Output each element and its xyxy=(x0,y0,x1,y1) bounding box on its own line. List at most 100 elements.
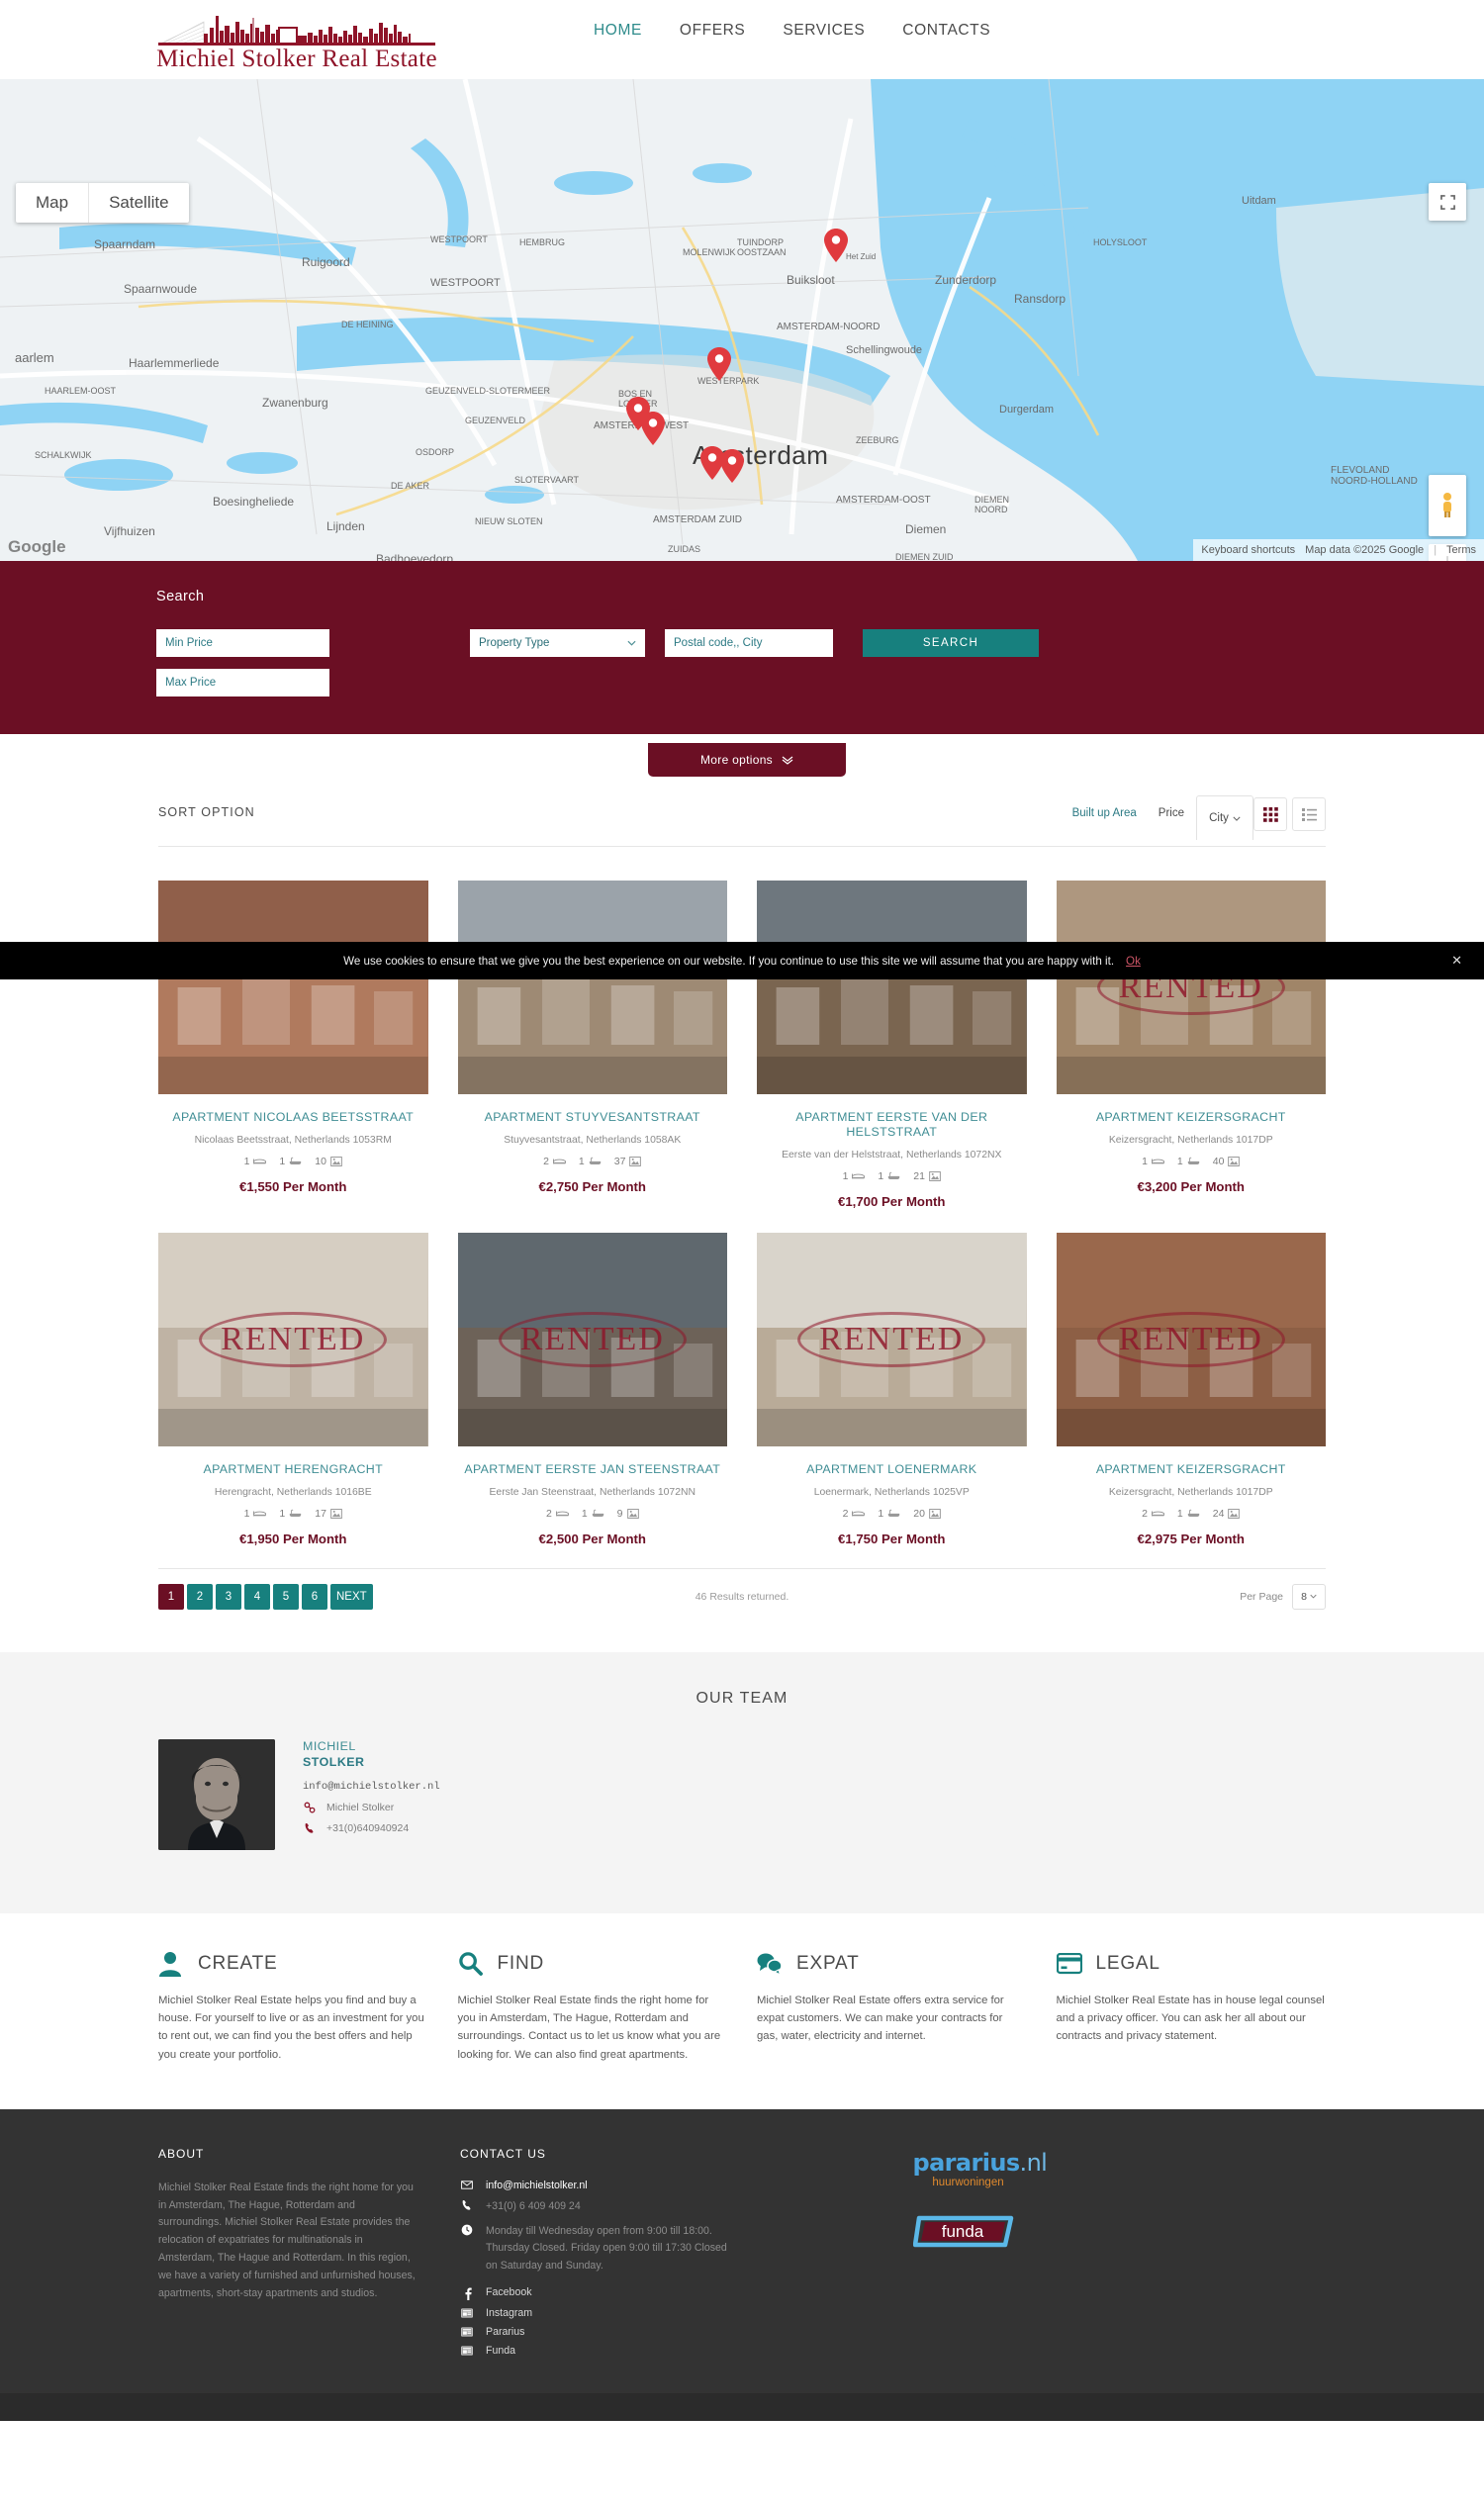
property-photo[interactable]: RENTED xyxy=(158,1232,428,1446)
sort-tab-city[interactable]: City xyxy=(1196,795,1253,840)
property-title[interactable]: APARTMENT EERSTE VAN DER HELSTSTRAAT xyxy=(757,1110,1027,1140)
cookie-ok-button[interactable]: Ok xyxy=(1126,955,1141,968)
partner-pararius-wordmark: pararius.nl xyxy=(913,2151,1327,2175)
postal-city-input[interactable] xyxy=(665,629,833,657)
property-title[interactable]: APARTMENT HERENGRACHT xyxy=(158,1462,428,1477)
property-specs: 2 1 20 xyxy=(757,1508,1027,1520)
sort-tab-city-label: City xyxy=(1209,812,1229,824)
map-type-satellite[interactable]: Satellite xyxy=(89,183,188,223)
team-member-email[interactable]: info@michielstolker.nl xyxy=(303,1781,440,1793)
map-section[interactable]: Google Map Satellite + − Keyboard shortc… xyxy=(0,79,1484,561)
list-view-button[interactable] xyxy=(1292,797,1326,831)
footer-phone[interactable]: +31(0) 6 409 409 24 xyxy=(486,2198,581,2216)
property-photo[interactable]: RENTED xyxy=(1056,1232,1326,1446)
list-view-icon xyxy=(1301,807,1317,821)
property-card[interactable]: RENTED APARTMENT LOENERMARK Loenermark, Ne… xyxy=(757,1209,1027,1546)
property-card[interactable]: RENTED APARTMENT EERSTE JAN STEENSTRAAT Ee… xyxy=(457,1209,728,1546)
pagination-page-1[interactable]: 1 xyxy=(158,1583,184,1610)
property-baths: 1 xyxy=(582,1508,604,1520)
nav-item-contacts[interactable]: CONTACTS xyxy=(902,22,990,40)
property-photo[interactable] xyxy=(158,881,428,1094)
footer-social-instagram[interactable]: Instagram xyxy=(460,2307,874,2319)
team-member-phone[interactable]: +31(0)640940924 xyxy=(326,1822,409,1834)
amsterdam-skyline-icon xyxy=(158,16,435,46)
property-card[interactable]: RENTED APARTMENT KEIZERSGRACHT Keizersgrac… xyxy=(1056,1209,1327,1546)
property-title[interactable]: APARTMENT KEIZERSGRACHT xyxy=(1057,1462,1327,1477)
partner-pararius-name: pararius xyxy=(912,2148,1021,2177)
footer-contact-title: CONTACT US xyxy=(460,2146,546,2161)
area-icon xyxy=(929,1508,941,1519)
bed-icon xyxy=(253,1511,267,1517)
property-title[interactable]: APARTMENT KEIZERSGRACHT xyxy=(1057,1110,1327,1125)
map-keyboard-shortcuts[interactable]: Keyboard shortcuts xyxy=(1201,544,1295,556)
property-card[interactable]: APARTMENT EERSTE VAN DER HELSTSTRAAT Eers… xyxy=(757,857,1027,1209)
partner-funda-logo[interactable]: funda xyxy=(912,2214,1017,2249)
nav-item-offers[interactable]: OFFERS xyxy=(680,22,745,40)
map-property-pin[interactable] xyxy=(824,229,848,262)
footer-social-instagram-label[interactable]: Instagram xyxy=(486,2307,532,2319)
search-button[interactable]: SEARCH xyxy=(863,629,1039,657)
map-fullscreen-button[interactable] xyxy=(1429,183,1466,221)
property-card[interactable]: RENTED APARTMENT KEIZERSGRACHT Keizersgrac… xyxy=(1056,857,1327,1209)
grid-view-button[interactable] xyxy=(1253,797,1287,831)
property-photo-art xyxy=(757,1232,1027,1446)
pagination-page-5[interactable]: 5 xyxy=(273,1583,299,1610)
property-title[interactable]: APARTMENT LOENERMARK xyxy=(757,1462,1027,1477)
property-card[interactable]: APARTMENT STUYVESANTSTRAAT Stuyvesantstra… xyxy=(457,857,728,1209)
bath-icon xyxy=(888,1172,900,1180)
cookie-consent-banner: We use cookies to ensure that we give yo… xyxy=(0,942,1484,979)
map-property-pin[interactable] xyxy=(707,347,731,381)
property-beds: 1 xyxy=(244,1508,267,1520)
property-title[interactable]: APARTMENT NICOLAAS BEETSSTRAAT xyxy=(158,1110,428,1125)
footer-email[interactable]: info@michielstolker.nl xyxy=(486,2180,588,2191)
close-icon[interactable]: ✕ xyxy=(1451,953,1462,969)
pagination-page-2[interactable]: 2 xyxy=(187,1583,213,1610)
footer-social-funda-label[interactable]: Funda xyxy=(486,2345,515,2357)
map-terms-link[interactable]: Terms xyxy=(1446,544,1476,556)
property-card[interactable]: APARTMENT NICOLAAS BEETSSTRAAT Nicolaas B… xyxy=(158,857,428,1209)
property-photo[interactable] xyxy=(457,881,727,1094)
map-property-pin[interactable] xyxy=(720,449,744,483)
site-logo[interactable]: Michiel Stolker Real Estate xyxy=(153,10,440,71)
property-photo[interactable]: RENTED xyxy=(1056,881,1326,1094)
partner-pararius-logo[interactable]: pararius.nl huurwoningen xyxy=(913,2151,1327,2188)
footer-social-funda[interactable]: Funda xyxy=(460,2345,874,2357)
max-price-input[interactable] xyxy=(156,669,329,696)
sort-link-built-up-area[interactable]: Built up Area xyxy=(1072,807,1137,819)
street-view-pegman[interactable] xyxy=(1429,475,1466,536)
pagination-page-4[interactable]: 4 xyxy=(244,1583,270,1610)
footer-social-facebook[interactable]: Facebook xyxy=(460,2286,874,2300)
property-area: 17 xyxy=(315,1508,342,1520)
property-photo[interactable] xyxy=(757,881,1027,1094)
property-type-select[interactable]: Property Type xyxy=(470,629,645,657)
footer-social-pararius-label[interactable]: Pararius xyxy=(486,2326,524,2338)
pagination-pages: 1 2 3 4 5 6 NEXT xyxy=(158,1583,373,1610)
map-type-control[interactable]: Map Satellite xyxy=(16,183,189,223)
per-page-select[interactable]: 8 xyxy=(1292,1583,1326,1610)
bed-icon xyxy=(852,1511,866,1517)
footer-social-facebook-label[interactable]: Facebook xyxy=(486,2286,532,2298)
pagination-page-6[interactable]: 6 xyxy=(302,1583,327,1610)
property-address: Loenermark, Netherlands 1025VP xyxy=(813,1486,970,1498)
nav-item-services[interactable]: SERVICES xyxy=(783,22,865,40)
pagination-next-button[interactable]: NEXT xyxy=(330,1583,373,1610)
map-type-map[interactable]: Map xyxy=(16,183,90,223)
service-find-title: FIND xyxy=(497,1952,545,1974)
more-options-button[interactable]: More options xyxy=(648,743,846,777)
nav-item-home[interactable]: HOME xyxy=(594,22,642,40)
property-price: €1,750 Per Month xyxy=(838,1531,946,1546)
sort-link-price[interactable]: Price xyxy=(1159,807,1184,819)
pagination-page-3[interactable]: 3 xyxy=(216,1583,241,1610)
property-photo[interactable]: RENTED xyxy=(757,1232,1027,1446)
min-price-input[interactable] xyxy=(156,629,329,657)
property-title[interactable]: APARTMENT EERSTE JAN STEENSTRAAT xyxy=(458,1462,728,1477)
map-canvas[interactable] xyxy=(0,79,1484,561)
property-card[interactable]: RENTED APARTMENT HERENGRACHT Herengracht, … xyxy=(158,1209,428,1546)
property-title[interactable]: APARTMENT STUYVESANTSTRAAT xyxy=(458,1110,728,1125)
footer-social-pararius[interactable]: Pararius xyxy=(460,2326,874,2338)
property-photo[interactable]: RENTED xyxy=(457,1232,727,1446)
map-property-pin[interactable] xyxy=(641,412,665,445)
footer-email-row[interactable]: info@michielstolker.nl xyxy=(460,2180,874,2191)
property-price: €1,950 Per Month xyxy=(239,1531,347,1546)
footer-phone-row[interactable]: +31(0) 6 409 409 24 xyxy=(460,2198,874,2216)
